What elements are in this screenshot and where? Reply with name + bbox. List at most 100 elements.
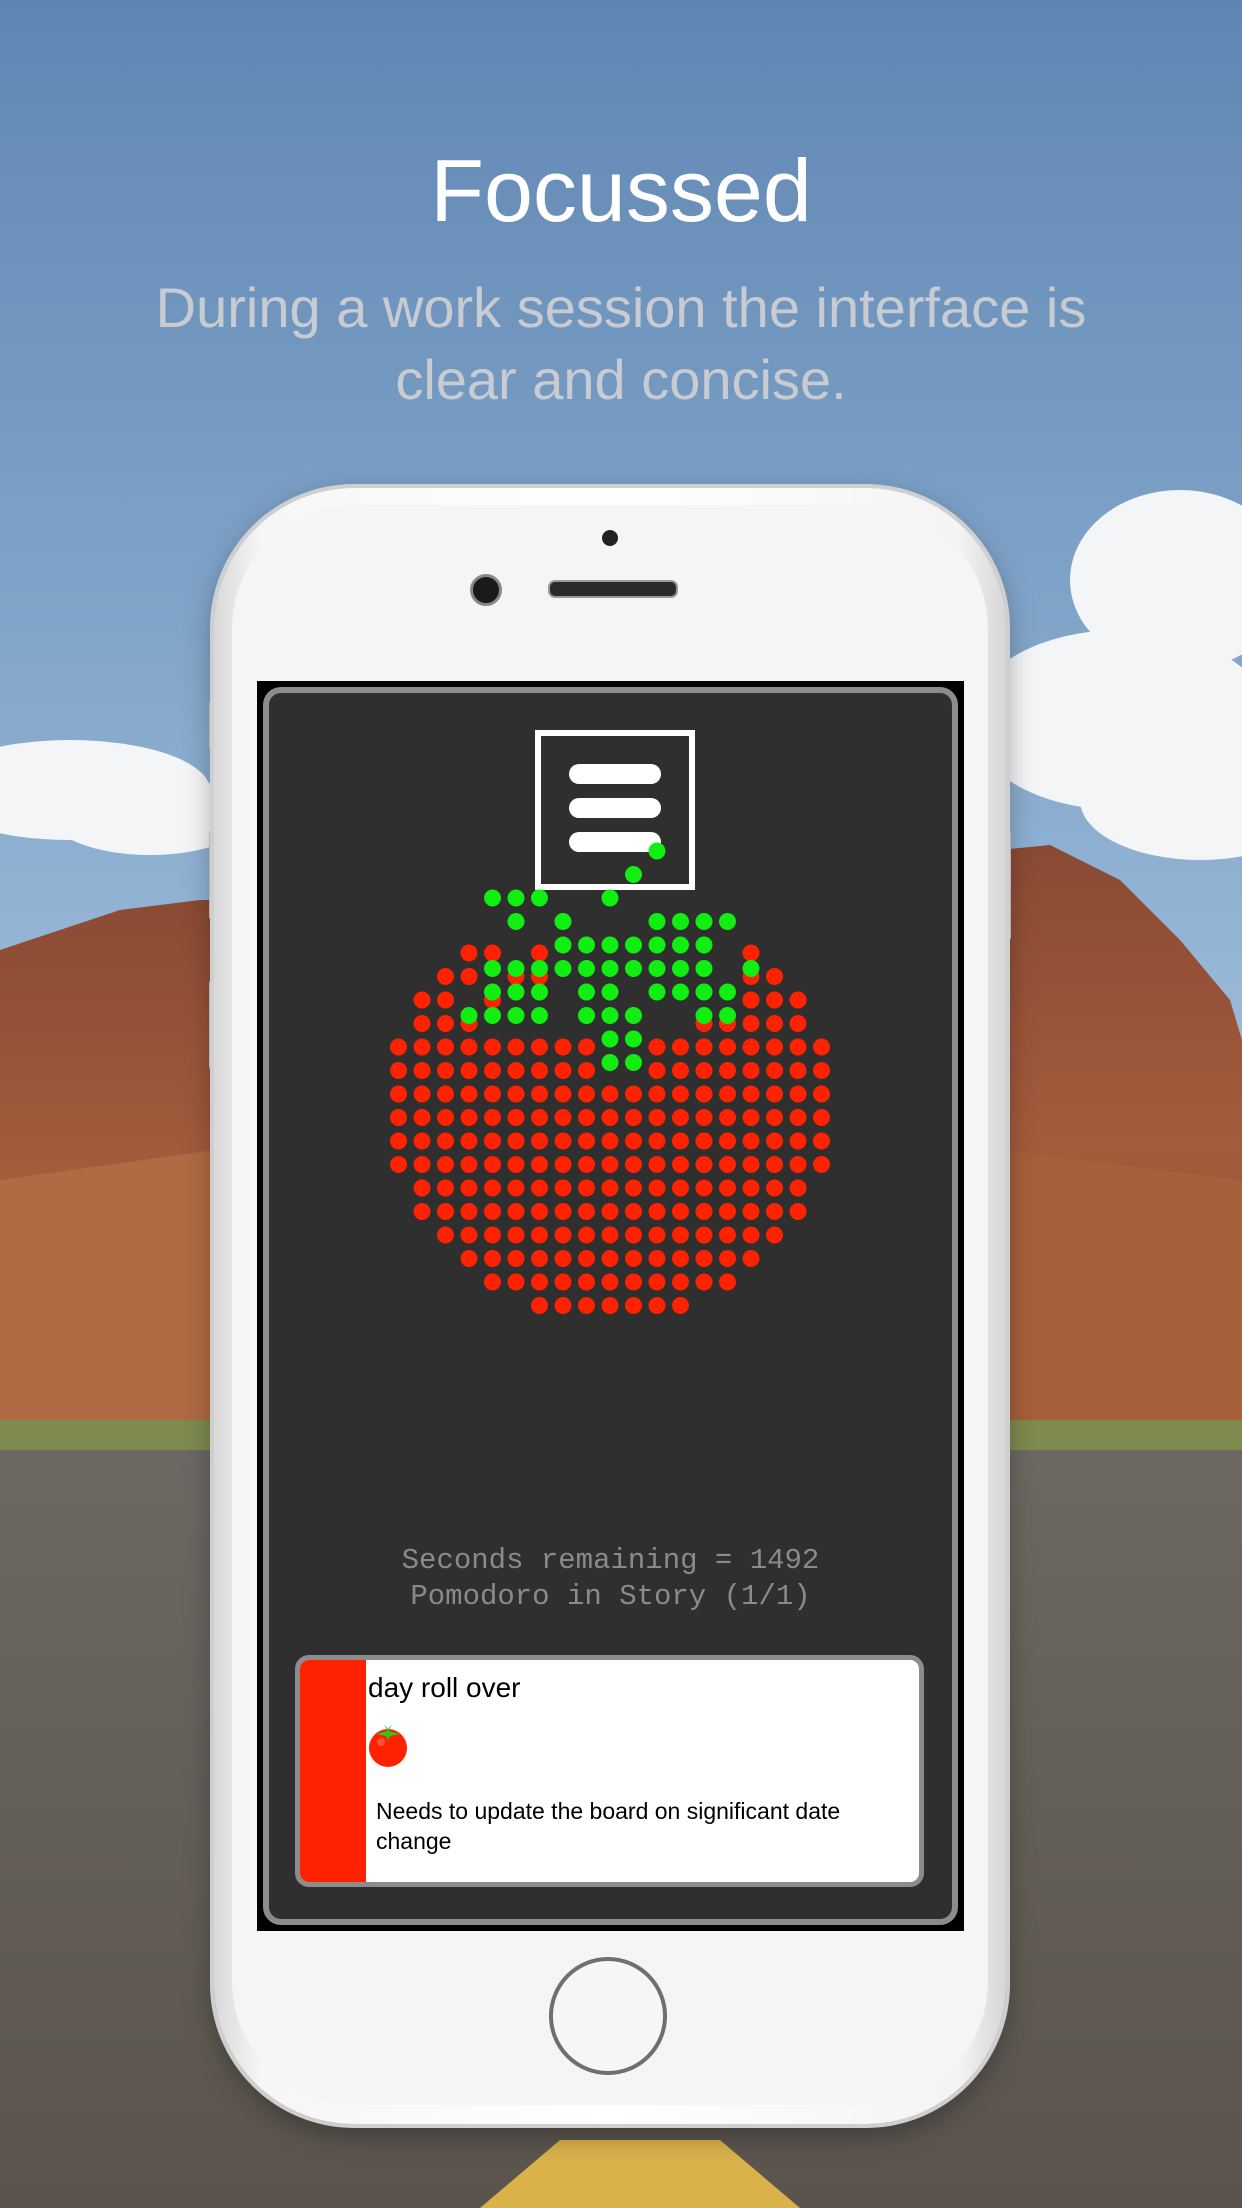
tomato-body-dot [578, 1038, 595, 1056]
tomato-body-dot [672, 1203, 689, 1220]
tomato-body-dot [531, 1109, 548, 1126]
tomato-leaf-dot [695, 1007, 713, 1024]
tomato-body-dot [742, 1132, 760, 1150]
tomato-body-dot [437, 1156, 454, 1173]
tomato-body-dot [507, 1062, 525, 1079]
tomato-body-dot [648, 1297, 666, 1314]
tomato-leaf-dot [578, 936, 595, 954]
tomato-leaf-dot [554, 960, 572, 977]
tomato-body-dot [672, 1156, 689, 1173]
tomato-body-dot [742, 944, 760, 962]
tomato-leaf-dot [601, 936, 619, 954]
tomato-body-dot [460, 1156, 478, 1173]
seconds-remaining-text: Seconds remaining = 1492 [401, 1544, 820, 1577]
tomato-leaf-dot [648, 842, 666, 860]
tomato-body-dot [413, 1015, 431, 1032]
tomato-body-dot [554, 1062, 572, 1079]
tomato-body-dot [742, 1156, 760, 1173]
tomato-body-dot [648, 1226, 666, 1244]
tomato-body-dot [507, 1109, 525, 1126]
tomato-body-dot [766, 1156, 783, 1173]
story-description: Needs to update the board on significant… [376, 1798, 841, 1854]
tomato-body-dot [695, 1203, 713, 1220]
tomato-body-dot [625, 1297, 642, 1314]
earpiece-speaker [548, 580, 678, 598]
tomato-body-dot [742, 1203, 760, 1220]
tomato-body-dot [413, 1038, 431, 1056]
tomato-leaf-dot [742, 960, 760, 977]
tomato-body-dot [460, 1250, 478, 1267]
tomato-leaf-dot [672, 913, 689, 930]
tomato-body-dot [719, 1179, 736, 1197]
tomato-leaf-dot [484, 983, 501, 1001]
tomato-body-dot [672, 1109, 689, 1126]
tomato-body-dot [484, 1085, 501, 1103]
tomato-body-dot [648, 1038, 666, 1056]
tomato-body-dot [484, 1156, 501, 1173]
app-panel: Seconds remaining = 1492 Pomodoro in Sto… [263, 687, 958, 1925]
pixel-tomato-icon [390, 842, 830, 1314]
tomato-body-dot [719, 1226, 736, 1244]
tomato-body-dot [413, 1109, 431, 1126]
tomato-body-dot [789, 1203, 807, 1220]
tomato-body-dot [531, 1250, 548, 1267]
tomato-body-dot [507, 1203, 525, 1220]
tomato-body-dot [742, 1179, 760, 1197]
home-button[interactable] [549, 1957, 667, 2075]
tomato-body-dot [766, 1062, 783, 1079]
tomato-body-dot [625, 1085, 642, 1103]
tomato-body-dot [484, 944, 501, 962]
tomato-body-dot [460, 1179, 478, 1197]
tomato-body-dot [625, 1156, 642, 1173]
tomato-body-dot [484, 1132, 501, 1150]
tomato-body-dot [766, 1132, 783, 1150]
tomato-body-dot [390, 1156, 407, 1173]
tomato-body-dot [813, 1132, 830, 1150]
tomato-body-dot [413, 991, 431, 1009]
tomato-body-dot [648, 1203, 666, 1220]
tomato-body-dot [413, 1062, 431, 1079]
tomato-body-dot [742, 1250, 760, 1267]
page-title: Focussed [430, 141, 812, 240]
tomato-body-dot [813, 1085, 830, 1103]
tomato-body-dot [554, 1297, 572, 1314]
tomato-body-dot [460, 1226, 478, 1244]
tomato-body-dot [695, 1132, 713, 1150]
tomato-body-dot [648, 1273, 666, 1291]
tomato-body-dot [578, 1156, 595, 1173]
tomato-leaf-dot [578, 983, 595, 1001]
tomato-leaf-dot [484, 960, 501, 977]
tomato-body-dot [719, 1085, 736, 1103]
tomato-body-dot [601, 1250, 619, 1267]
tomato-leaf-dot [625, 1030, 642, 1048]
tomato-body-dot [554, 1156, 572, 1173]
tomato-body-dot [484, 1062, 501, 1079]
tomato-body-dot [601, 1297, 619, 1314]
tomato-leaf-dot [507, 889, 525, 907]
tomato-body-dot [742, 1038, 760, 1056]
tomato-body-dot [578, 1203, 595, 1220]
tomato-body-dot [789, 1038, 807, 1056]
tomato-leaf-dot [672, 960, 689, 977]
tomato-body-dot [789, 1156, 807, 1173]
tomato-body-dot [672, 1250, 689, 1267]
tomato-icon [369, 1724, 407, 1767]
tomato-body-dot [601, 1273, 619, 1291]
tomato-body-dot [648, 1062, 666, 1079]
story-card[interactable]: day roll over Needs to update the board … [295, 1655, 924, 1887]
tomato-body-dot [531, 1297, 548, 1314]
tomato-leaf-dot [601, 1007, 619, 1024]
tomato-body-dot [484, 1250, 501, 1267]
tomato-body-dot [672, 1226, 689, 1244]
tomato-body-dot [460, 1038, 478, 1056]
tomato-body-dot [813, 1156, 830, 1173]
tomato-leaf-dot [719, 913, 736, 930]
tomato-body-dot [601, 1132, 619, 1150]
tomato-body-dot [766, 1109, 783, 1126]
tomato-body-dot [766, 1226, 783, 1244]
tomato-body-dot [601, 1109, 619, 1126]
tomato-leaf-dot [601, 1054, 619, 1071]
tomato-leaf-dot [531, 960, 548, 977]
pomodoro-progress-text: Pomodoro in Story (1/1) [410, 1580, 811, 1613]
tomato-body-dot [390, 1132, 407, 1150]
